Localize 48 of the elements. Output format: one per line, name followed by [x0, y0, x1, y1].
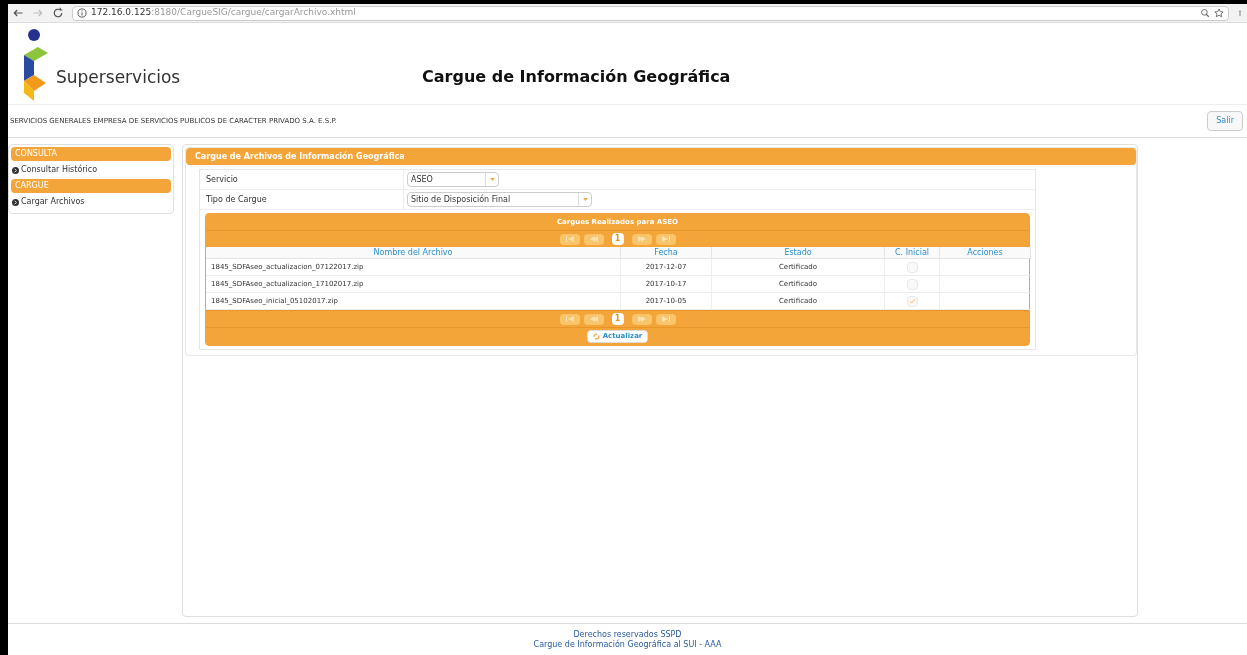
- sidebar-link[interactable]: Consultar Histórico: [11, 164, 171, 176]
- reload-icon: [52, 7, 64, 19]
- footer-text: Derechos reservados SSPD: [573, 629, 682, 639]
- star-icon: [1214, 8, 1224, 18]
- field-label: Servicio: [200, 170, 404, 189]
- sidebar-link[interactable]: Cargar Archivos: [11, 196, 171, 208]
- arrow-circle-icon: [12, 166, 19, 174]
- select-field[interactable]: ASEO: [407, 172, 499, 187]
- previous-page-button[interactable]: [583, 233, 604, 245]
- sidebar-heading: CONSULTA: [11, 147, 171, 161]
- page-title: Cargue de Información Geográfica: [422, 66, 731, 88]
- first-page-button[interactable]: [559, 233, 580, 245]
- address-bar[interactable]: 172.16.0.125:8180/CargueSIG/cargue/cargarArchivo.xhtml: [72, 5, 1229, 21]
- arrow-circle-icon: [12, 198, 19, 206]
- arrow-icon: [565, 316, 574, 322]
- next-page-button[interactable]: [631, 313, 652, 325]
- first-page-button[interactable]: [559, 313, 580, 325]
- select-field[interactable]: Sitio de Disposición Final: [407, 192, 592, 207]
- url-text: 172.16.0.125:8180/CargueSIG/cargue/cargarArchivo.xhtml: [91, 6, 356, 20]
- caret-icon: [489, 178, 495, 181]
- field-label: Tipo de Cargue: [200, 190, 404, 209]
- logo-text: Superservicios: [56, 66, 181, 89]
- sidebar-heading: CARGUE: [11, 179, 171, 193]
- forward-icon: [32, 7, 44, 19]
- arrow-icon: [661, 316, 670, 322]
- column-header: C. Inicial: [885, 247, 940, 259]
- arrow-icon: [589, 236, 598, 242]
- panel-header: Cargue de Archivos de Información Geográfica: [186, 148, 1136, 165]
- column-header: Estado: [712, 247, 885, 259]
- last-page-button[interactable]: [655, 233, 676, 245]
- last-page-button[interactable]: [655, 313, 676, 325]
- arrow-icon: [565, 236, 574, 242]
- info-icon: [77, 8, 87, 18]
- arrow-icon: [637, 236, 646, 242]
- arrow-icon: [589, 316, 598, 322]
- zoom-icon: [1200, 8, 1210, 18]
- column-header: Nombre del Archivo: [206, 247, 621, 259]
- arrow-icon: [637, 316, 646, 322]
- column-header: Acciones: [940, 247, 1031, 259]
- previous-page-button[interactable]: [583, 313, 604, 325]
- caret-icon: [582, 198, 588, 201]
- back-icon: [12, 7, 24, 19]
- refresh-icon: [592, 333, 600, 340]
- column-header: Fecha: [621, 247, 712, 259]
- arrow-icon: [661, 236, 670, 242]
- logout-button[interactable]: Salir: [1207, 111, 1243, 131]
- next-page-button[interactable]: [631, 233, 652, 245]
- footer-text: Cargue de Información Geográfica al SUI - AAA: [533, 639, 722, 650]
